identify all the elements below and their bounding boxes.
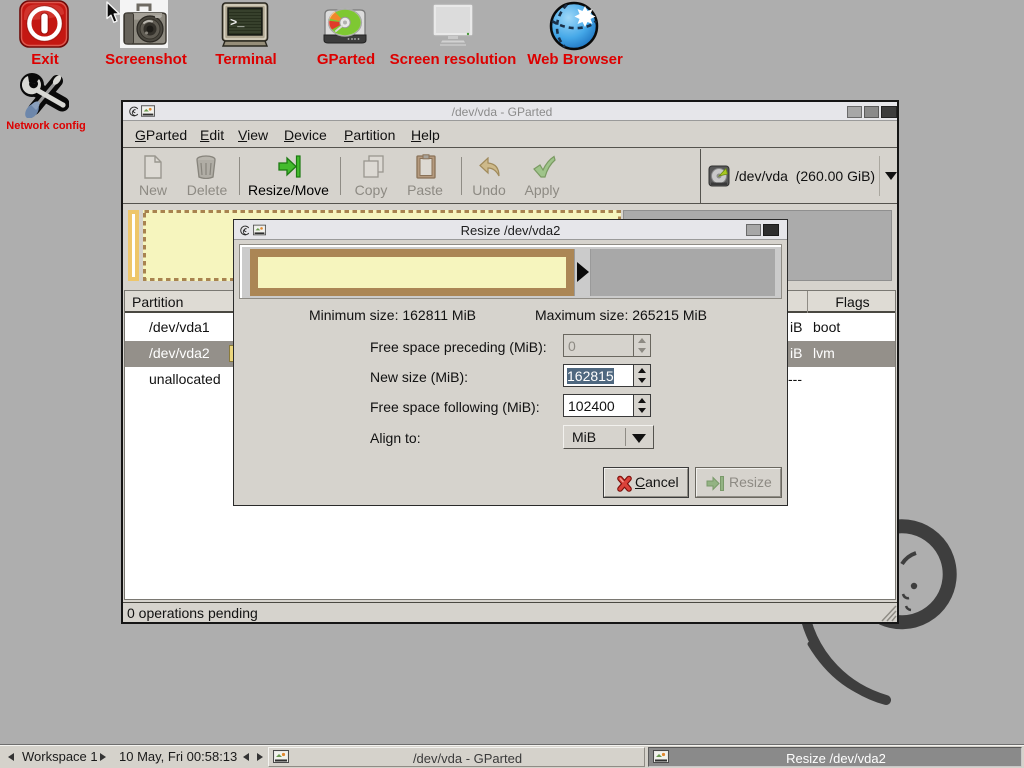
svg-text:>_: >_ [230, 16, 245, 30]
